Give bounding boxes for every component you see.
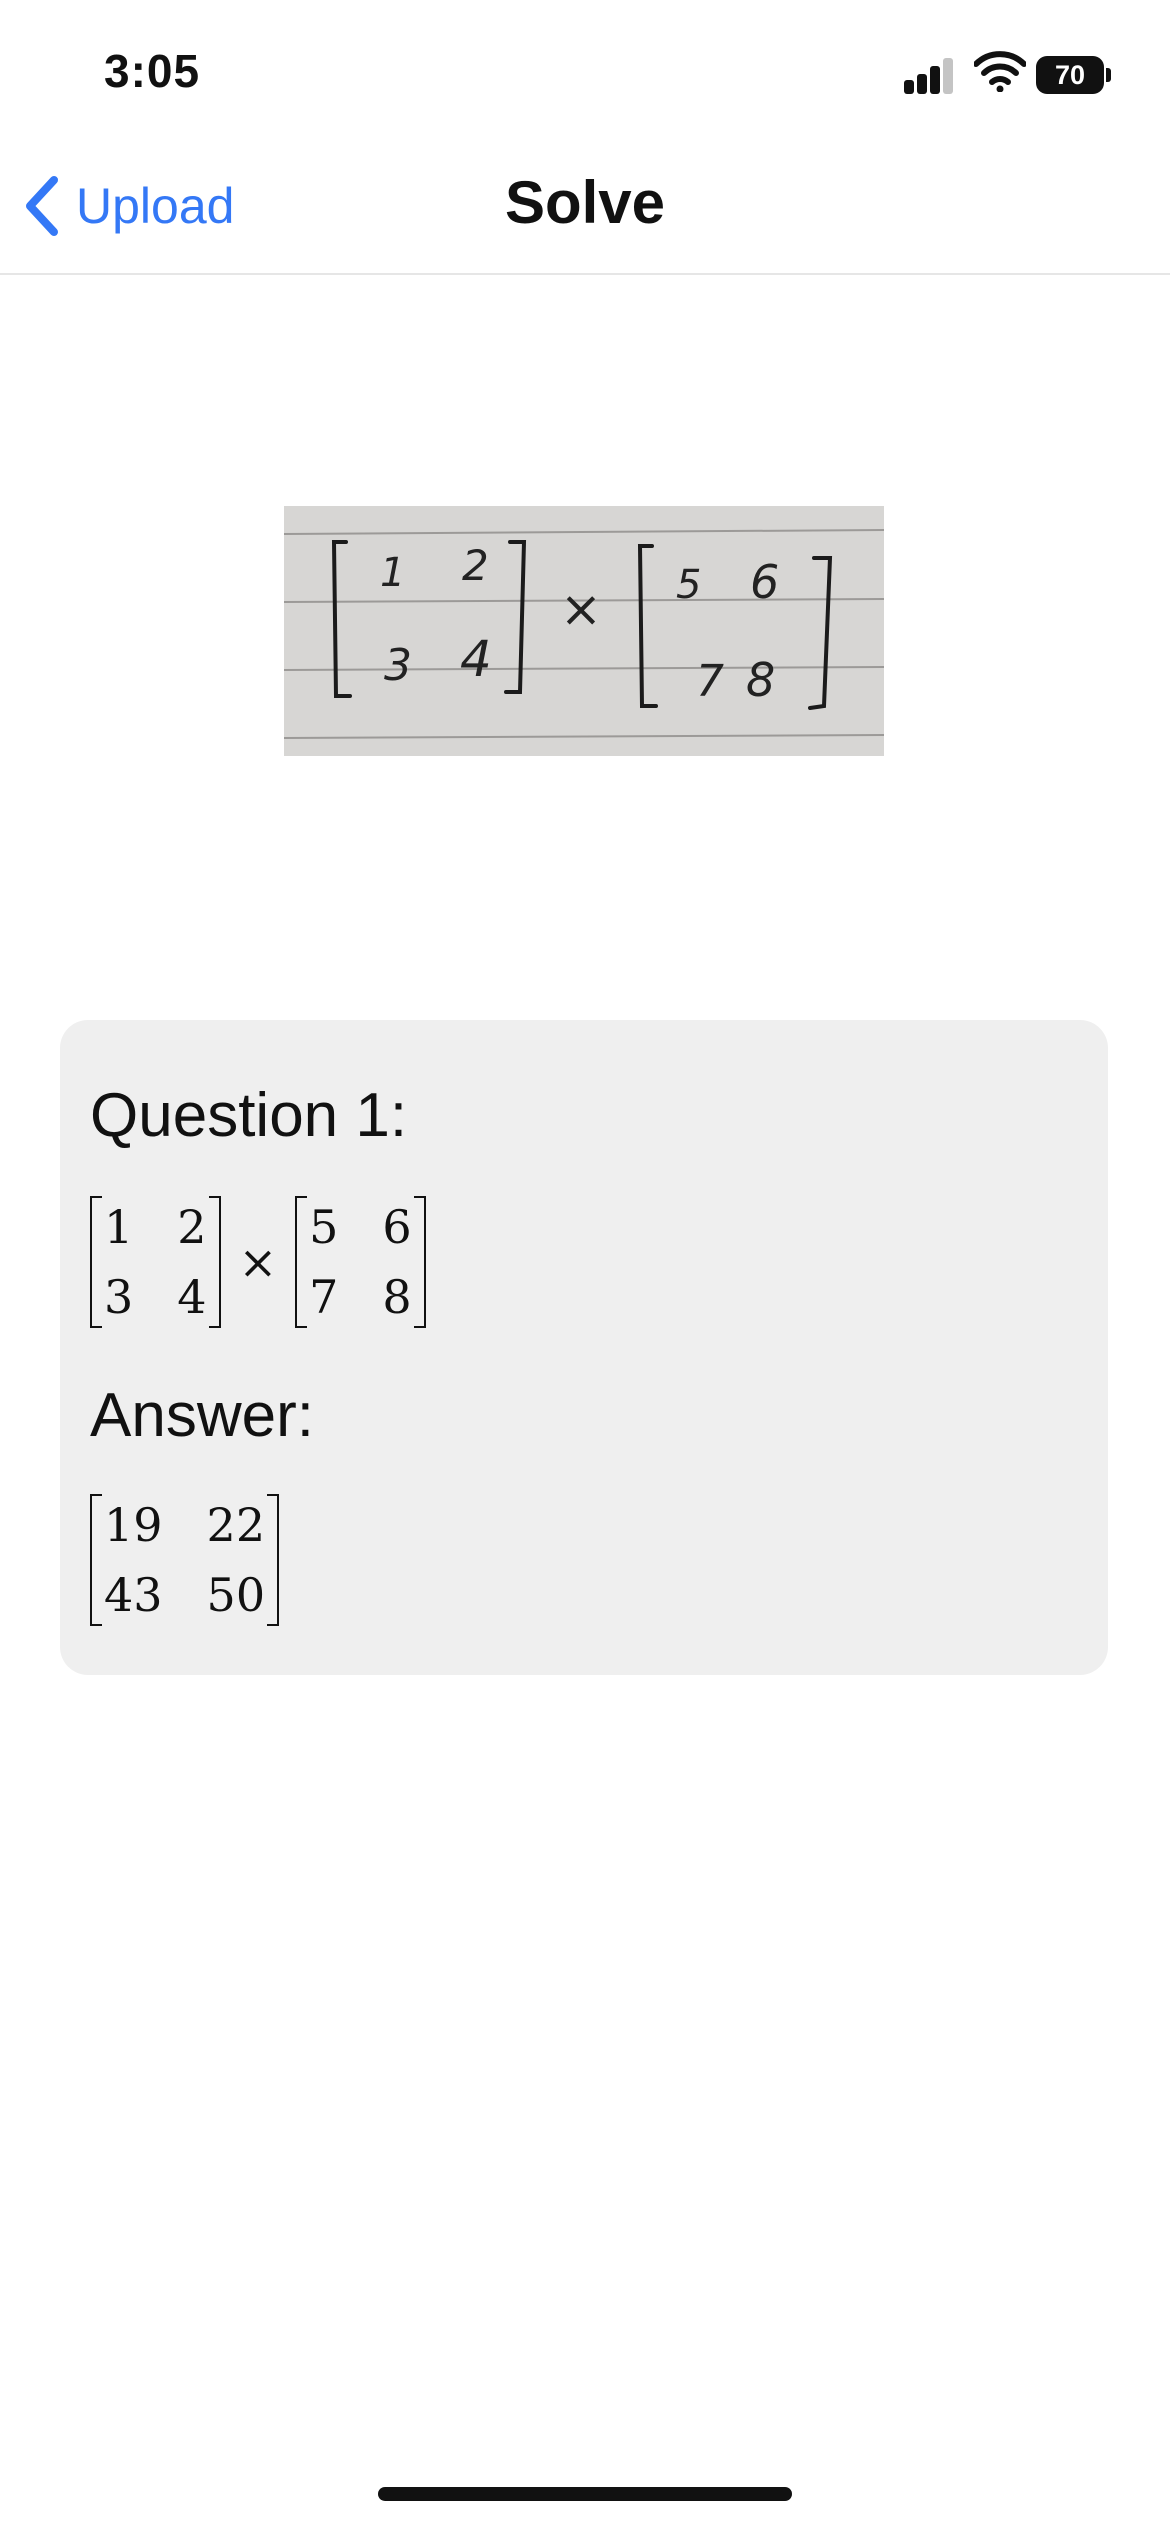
matrix-cell: 4 xyxy=(177,1270,207,1324)
battery-icon: 70 xyxy=(1036,56,1112,94)
status-time: 3:05 xyxy=(104,45,201,97)
answer-heading: Answer: xyxy=(90,1381,314,1450)
wifi-icon xyxy=(973,50,1027,93)
question-expression: 1 2 3 4 × 5 6 7 8 xyxy=(90,1196,426,1328)
matrix-cell: 3 xyxy=(104,1270,134,1324)
handwritten-b22: 8 xyxy=(746,653,775,707)
question-heading: Question 1: xyxy=(90,1081,408,1150)
handwritten-a21: 3 xyxy=(384,640,412,691)
matrix-cell: 22 xyxy=(206,1498,266,1552)
navigation-bar: Upload Solve xyxy=(0,140,1170,275)
answer-matrix: 19 22 43 50 xyxy=(90,1494,280,1626)
matrix-cell: 5 xyxy=(309,1200,339,1254)
handwritten-operator: × xyxy=(560,580,602,638)
uploaded-photo: 1 2 3 4 × 5 6 7 8 xyxy=(284,506,884,756)
cellular-signal-icon xyxy=(904,54,954,94)
matrix-cell: 19 xyxy=(104,1498,163,1552)
handwritten-b21: 7 xyxy=(696,656,724,707)
handwritten-b11: 5 xyxy=(676,562,701,608)
handwritten-b12: 6 xyxy=(750,555,779,609)
handwritten-a11: 1 xyxy=(380,550,405,596)
matrix-cell: 1 xyxy=(104,1200,134,1254)
matrix-cell: 8 xyxy=(382,1270,412,1324)
handwritten-a22: 4 xyxy=(460,630,492,688)
result-card: Question 1: 1 2 3 4 × 5 6 7 8 Answer: 19… xyxy=(60,1020,1108,1675)
battery-level: 70 xyxy=(1036,56,1104,94)
answer-expression: 19 22 43 50 xyxy=(90,1494,280,1626)
matrix-cell: 43 xyxy=(104,1568,163,1622)
status-bar: 3:05 70 xyxy=(0,0,1170,140)
matrix-cell: 6 xyxy=(382,1200,412,1254)
home-indicator[interactable] xyxy=(378,2487,792,2501)
page-title: Solve xyxy=(504,169,666,236)
matrix-cell: 7 xyxy=(309,1270,339,1324)
matrix-cell: 50 xyxy=(206,1568,266,1622)
matrix-cell: 2 xyxy=(177,1200,207,1254)
handwritten-a12: 2 xyxy=(462,541,489,590)
question-matrix-b: 5 6 7 8 xyxy=(295,1196,426,1328)
multiply-operator: × xyxy=(238,1235,278,1289)
question-matrix-a: 1 2 3 4 xyxy=(90,1196,221,1328)
